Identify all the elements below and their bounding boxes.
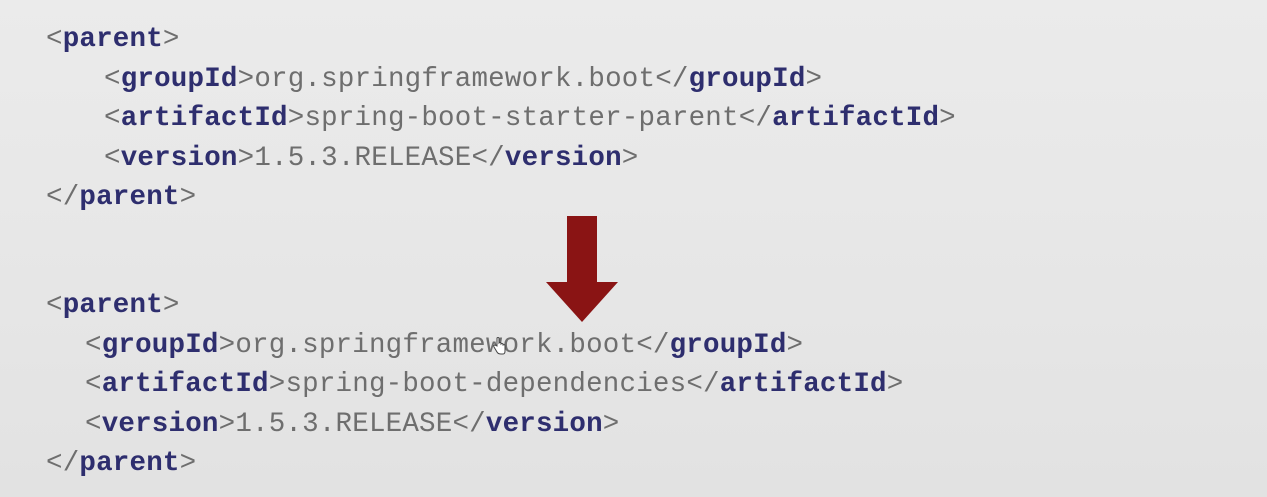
hand-cursor-icon bbox=[493, 337, 506, 355]
tag-name: groupId bbox=[101, 329, 219, 361]
tag-value: org.springframework.boot bbox=[235, 329, 637, 361]
code-line-version: <version>1.5.3.RELEASE</version> bbox=[104, 142, 639, 174]
code-line-artifactid: <artifactId>spring-boot-starter-parent</… bbox=[104, 103, 956, 134]
tag-name: version bbox=[504, 142, 622, 174]
tag-name: version bbox=[485, 408, 603, 440]
code-line-artifactid: <artifactId>spring-boot-dependencies</ar… bbox=[85, 369, 904, 400]
tag-name: version bbox=[101, 408, 219, 440]
tag-name: groupId bbox=[688, 63, 806, 95]
tag-name: version bbox=[120, 142, 238, 174]
code-line-parent-open: <parent> bbox=[46, 24, 180, 55]
tag-value: spring-boot-dependencies bbox=[285, 369, 687, 400]
tag-name: artifactId bbox=[772, 103, 940, 134]
tag-name: artifactId bbox=[101, 369, 269, 400]
tag-name: groupId bbox=[120, 63, 238, 95]
tag-name: parent bbox=[79, 448, 180, 479]
tag-value: org.springframework.boot bbox=[254, 63, 656, 95]
code-block-dependencies: <parent> <groupId>org.springframework.bo… bbox=[46, 286, 903, 484]
code-block-starter-parent: <parent> <groupId>org.springframework.bo… bbox=[46, 20, 956, 218]
tag-name: parent bbox=[79, 182, 180, 213]
code-line-groupid: <groupId>org.springframework.boot</group… bbox=[104, 63, 823, 95]
slide: <parent> <groupId>org.springframework.bo… bbox=[0, 0, 1267, 497]
tag-name: groupId bbox=[669, 329, 787, 361]
tag-value: 1.5.3.RELEASE bbox=[235, 408, 453, 440]
tag-name: parent bbox=[62, 290, 163, 321]
code-line-parent-close: </parent> bbox=[46, 182, 197, 213]
tag-value: spring-boot-starter-parent bbox=[304, 103, 739, 134]
tag-name: artifactId bbox=[120, 103, 288, 134]
code-line-parent-open: <parent> bbox=[46, 290, 180, 321]
code-line-parent-close: </parent> bbox=[46, 448, 197, 479]
tag-name: parent bbox=[62, 24, 163, 55]
tag-value: 1.5.3.RELEASE bbox=[254, 142, 472, 174]
code-line-groupid: <groupId>org.springframework.boot</group… bbox=[85, 329, 804, 361]
code-line-version: <version>1.5.3.RELEASE</version> bbox=[85, 408, 620, 440]
tag-name: artifactId bbox=[719, 369, 887, 400]
